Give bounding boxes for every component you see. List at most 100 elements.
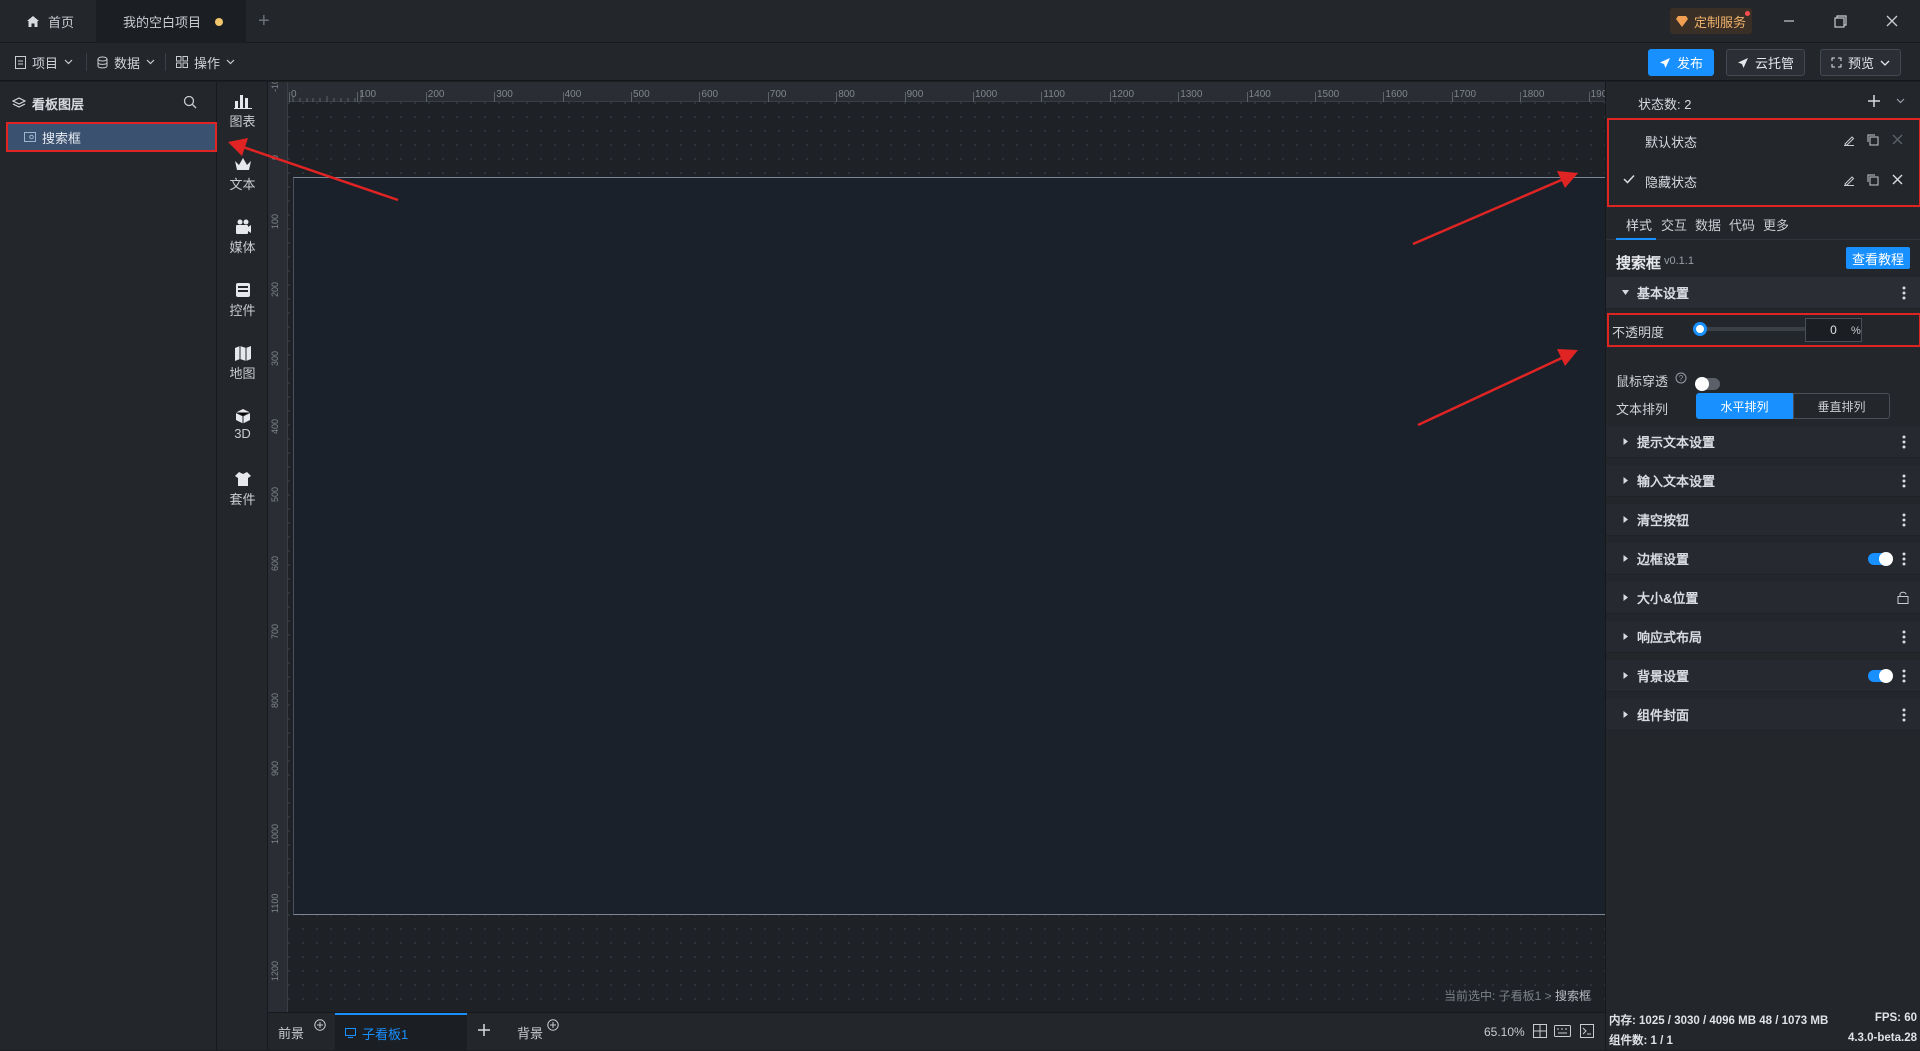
tab-home[interactable]: 首页	[0, 0, 88, 43]
menu-project[interactable]: 项目	[15, 43, 73, 81]
section-row[interactable]: 提示文本设置	[1606, 426, 1920, 458]
minimize-button[interactable]	[1778, 10, 1800, 32]
layer-item-search-box[interactable]: 搜索框	[6, 122, 217, 152]
arrange-vertical-button[interactable]: 垂直排列	[1793, 393, 1890, 419]
caret-right-icon	[1621, 671, 1630, 680]
tool-chart[interactable]: 图表	[217, 93, 268, 137]
restore-button[interactable]	[1829, 10, 1851, 32]
lock-icon[interactable]	[1897, 591, 1909, 604]
tab-more[interactable]: 更多	[1763, 215, 1789, 234]
state-count: 状态数: 2	[1638, 97, 1692, 112]
state-name: 默认状态	[1645, 134, 1698, 150]
custom-service-button[interactable]: 定制服务	[1670, 8, 1753, 34]
keyboard-icon[interactable]	[1554, 1025, 1571, 1037]
tool-map[interactable]: 地图	[217, 345, 268, 389]
add-subboard-icon[interactable]	[477, 1023, 491, 1037]
tab-foreground[interactable]: 前景	[268, 1013, 320, 1051]
tool-widget[interactable]: 控件	[217, 282, 268, 326]
horizontal-ruler[interactable]: 0 100 200 300 400 500 600 700 800 900 1000 1100 1200…	[268, 82, 1605, 102]
monitor-icon	[345, 1028, 356, 1038]
section-basic-settings[interactable]: 基本设置	[1606, 277, 1920, 309]
new-tab-button[interactable]: +	[258, 11, 270, 31]
more-vertical-icon[interactable]	[1902, 669, 1906, 683]
fullscreen-icon	[1831, 57, 1842, 68]
tab-subboard[interactable]: 子看板1	[335, 1013, 467, 1051]
cloud-hosting-button[interactable]: 云托管	[1726, 49, 1806, 76]
edit-icon[interactable]	[1843, 174, 1855, 186]
ruler-tick	[1109, 92, 1111, 102]
view-tutorial-button[interactable]: 查看教程	[1846, 247, 1911, 269]
section-row[interactable]: 响应式布局	[1606, 621, 1920, 653]
more-vertical-icon[interactable]	[1902, 552, 1906, 566]
opacity-slider-track[interactable]	[1699, 327, 1809, 331]
section-row[interactable]: 输入文本设置	[1606, 465, 1920, 497]
widget-icon	[234, 282, 252, 298]
tab-code[interactable]: 代码	[1729, 215, 1755, 234]
fit-screen-icon[interactable]	[1533, 1024, 1547, 1038]
terminal-icon[interactable]	[1580, 1024, 1594, 1038]
notification-dot	[1745, 11, 1751, 16]
ruler-tick-label: 200	[270, 282, 280, 298]
chevron-down-icon	[64, 59, 73, 65]
more-vertical-icon[interactable]	[1902, 513, 1906, 527]
canvas-area[interactable]: 0 100 200 300 400 500 600 700 800 900 1000 1100 1200…	[268, 82, 1605, 1012]
tool-widget-label: 控件	[229, 303, 256, 318]
tab-interaction[interactable]: 交互	[1661, 215, 1687, 234]
copy-icon[interactable]	[1867, 174, 1879, 186]
text-arrange-label: 文本排列	[1616, 402, 1669, 417]
tool-media[interactable]: 媒体	[217, 219, 268, 263]
add-foreground-icon[interactable]	[314, 1019, 326, 1031]
section-enable-toggle[interactable]	[1868, 552, 1893, 566]
tab-project[interactable]: 我的空白项目	[96, 0, 246, 43]
zoom-level[interactable]: 65.10%	[1484, 1025, 1525, 1039]
more-vertical-icon[interactable]	[1902, 286, 1906, 300]
more-vertical-icon[interactable]	[1902, 630, 1906, 644]
ruler-tick-label: 500	[270, 487, 280, 503]
tab-data[interactable]: 数据	[1695, 215, 1721, 234]
tool-kit[interactable]: 套件	[217, 471, 268, 515]
menu-operate[interactable]: 操作	[176, 43, 235, 81]
section-row[interactable]: 组件封面	[1606, 699, 1920, 731]
more-vertical-icon[interactable]	[1902, 474, 1906, 488]
arrange-horizontal-button[interactable]: 水平排列	[1696, 393, 1793, 419]
menu-data[interactable]: 数据	[97, 43, 155, 81]
state-row-default[interactable]: 默认状态	[1609, 122, 1919, 160]
add-background-icon[interactable]	[547, 1019, 559, 1031]
close-window-button[interactable]	[1881, 10, 1903, 32]
vertical-ruler[interactable]: -100 0 100 200 300 400 500 600 700 800 900 1000 1100…	[268, 82, 288, 1012]
sub-board[interactable]	[293, 177, 1605, 915]
help-icon[interactable]: ?	[1675, 372, 1687, 384]
section-row[interactable]: 清空按钮	[1606, 504, 1920, 536]
section-row[interactable]: 大小&位置	[1606, 582, 1920, 614]
copy-icon[interactable]	[1867, 134, 1879, 146]
bar-chart-icon	[233, 93, 252, 109]
ruler-tick-label: 800	[270, 692, 280, 708]
opacity-label: 不透明度	[1612, 325, 1665, 340]
tool-3d[interactable]: 3D	[217, 408, 268, 452]
section-row[interactable]: 边框设置	[1606, 543, 1920, 575]
caret-right-icon	[1621, 476, 1630, 485]
ruler-tick-label: 1500	[1317, 89, 1340, 100]
section-row[interactable]: 背景设置	[1606, 660, 1920, 692]
more-vertical-icon[interactable]	[1902, 708, 1906, 722]
layer-search-icon[interactable]	[183, 95, 197, 109]
chevron-down-icon[interactable]	[1896, 98, 1905, 104]
add-state-icon[interactable]	[1867, 94, 1881, 108]
section-label: 输入文本设置	[1637, 474, 1716, 489]
preview-button[interactable]: 预览	[1820, 49, 1902, 76]
mouse-passthrough-toggle[interactable]	[1695, 377, 1720, 391]
tab-style[interactable]: 样式	[1626, 215, 1652, 234]
publish-button[interactable]: 发布	[1648, 49, 1715, 76]
more-vertical-icon[interactable]	[1902, 435, 1906, 449]
menu-operate-label: 操作	[194, 55, 221, 71]
svg-text:?: ?	[1679, 374, 1684, 383]
opacity-slider-thumb[interactable]	[1693, 322, 1707, 336]
section-label: 边框设置	[1637, 552, 1690, 567]
section-enable-toggle[interactable]	[1868, 669, 1893, 683]
active-tab-indicator	[1616, 238, 1656, 240]
states-list: 默认状态 隐藏状态	[1607, 118, 1920, 207]
edit-icon[interactable]	[1843, 134, 1855, 146]
state-row-hidden[interactable]: 隐藏状态	[1609, 162, 1919, 200]
tool-text[interactable]: 文本	[217, 156, 268, 200]
delete-icon[interactable]	[1892, 174, 1903, 185]
